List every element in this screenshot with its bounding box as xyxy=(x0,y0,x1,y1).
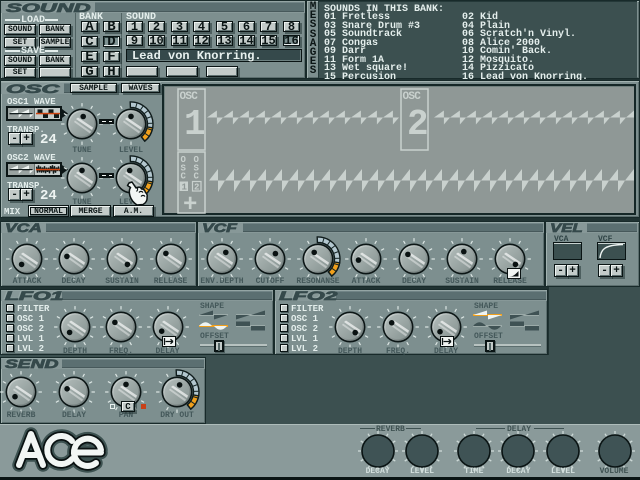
svg-text:2: 2 xyxy=(407,104,429,145)
svg-text:OSC: OSC xyxy=(180,91,199,103)
svg-text:1: 1 xyxy=(184,104,206,145)
svg-text:C: C xyxy=(181,172,187,182)
svg-text:1: 1 xyxy=(182,183,188,193)
svg-text:+: + xyxy=(183,192,197,215)
svg-text:C: C xyxy=(194,172,200,182)
svg-text:OSC: OSC xyxy=(403,91,422,103)
svg-text:2: 2 xyxy=(194,183,199,193)
